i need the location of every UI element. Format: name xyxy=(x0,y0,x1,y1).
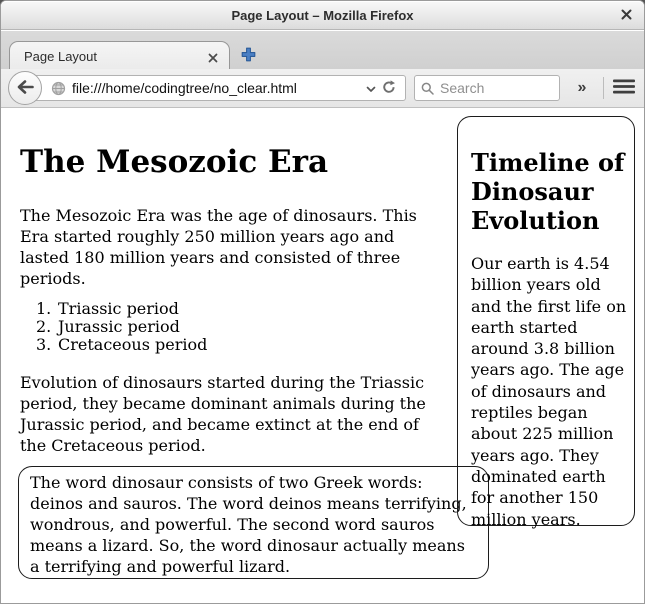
back-button[interactable] xyxy=(8,71,42,105)
url-bar[interactable] xyxy=(26,75,406,101)
globe-icon xyxy=(51,81,66,96)
tab-title: Page Layout xyxy=(24,49,97,64)
list-item-label: Triassic period xyxy=(58,300,179,318)
list-item: 3. Cretaceous period xyxy=(36,336,207,354)
plus-icon xyxy=(240,51,257,66)
new-tab-button[interactable] xyxy=(239,46,257,64)
arrow-left-icon xyxy=(17,80,34,97)
periods-list: 1. Triassic period 2. Jurassic period 3.… xyxy=(36,300,207,354)
hamburger-icon xyxy=(613,79,635,97)
page-title: The Mesozoic Era xyxy=(20,144,328,180)
window-close-button[interactable] xyxy=(617,8,635,24)
titlebar: Page Layout – Mozilla Firefox xyxy=(1,1,644,30)
intro-paragraph: The Mesozoic Era was the age of dinosaur… xyxy=(20,205,444,289)
list-item-number: 2. xyxy=(36,318,58,336)
list-item-label: Cretaceous period xyxy=(58,336,207,354)
tab-close-button[interactable] xyxy=(207,51,218,62)
page-content: The Mesozoic Era The Mesozoic Era was th… xyxy=(1,108,644,603)
list-item: 2. Jurassic period xyxy=(36,318,207,336)
list-item-number: 1. xyxy=(36,300,58,318)
list-item: 1. Triassic period xyxy=(36,300,207,318)
etymology-text: The word dinosaur consists of two Greek … xyxy=(30,473,467,576)
list-item-label: Jurassic period xyxy=(58,318,180,336)
chevron-down-icon xyxy=(366,81,376,96)
search-icon xyxy=(421,82,434,95)
toolbar-separator xyxy=(603,77,604,99)
timeline-sidebar-box: Timeline of Dinosaur Evolution Our earth… xyxy=(457,116,635,526)
url-dropdown-button[interactable] xyxy=(363,81,379,96)
window-title: Page Layout – Mozilla Firefox xyxy=(1,1,644,30)
close-icon xyxy=(620,8,633,24)
menu-button[interactable] xyxy=(610,75,638,101)
close-icon xyxy=(208,51,218,66)
browser-window: Page Layout – Mozilla Firefox Page Layou… xyxy=(0,0,645,604)
etymology-box: The word dinosaur consists of two Greek … xyxy=(18,466,489,579)
overflow-button[interactable]: » xyxy=(568,75,596,101)
url-input[interactable] xyxy=(72,80,363,96)
timeline-text: Our earth is 4.54 billion years old and … xyxy=(471,253,629,530)
timeline-heading: Timeline of Dinosaur Evolution xyxy=(471,148,626,235)
navigation-toolbar: » xyxy=(1,69,644,108)
tab-page-layout[interactable]: Page Layout xyxy=(9,41,230,69)
reload-icon xyxy=(382,80,396,97)
search-input[interactable] xyxy=(440,80,553,96)
tab-strip: Page Layout xyxy=(1,31,644,69)
evolution-paragraph: Evolution of dinosaurs started during th… xyxy=(20,372,450,456)
list-item-number: 3. xyxy=(36,336,58,354)
reload-button[interactable] xyxy=(379,80,399,97)
search-bar[interactable] xyxy=(414,75,560,101)
